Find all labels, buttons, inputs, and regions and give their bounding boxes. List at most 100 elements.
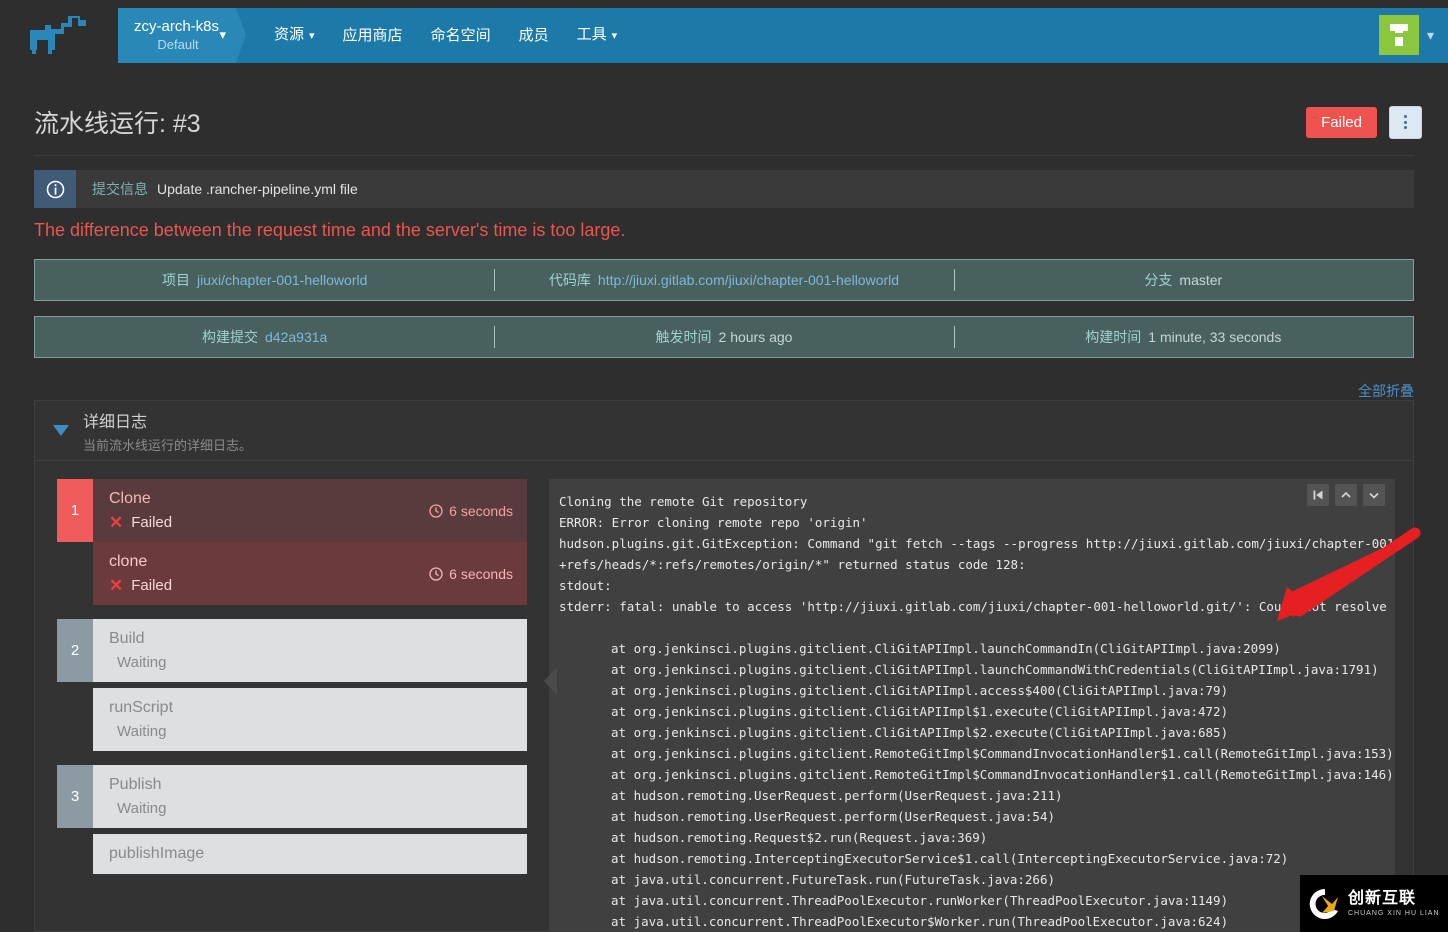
info-cell-build-time: 构建时间 1 minute, 33 seconds [953,317,1413,357]
stage-number: 3 [57,765,93,828]
info-cell-repository: 代码库 http://jiuxi.gitlab.com/jiuxi/chapte… [494,260,953,300]
log-line: at org.jenkinsci.plugins.gitclient.Remot… [611,746,1394,761]
nav-right-group: ▾ [1378,8,1448,63]
stage-state-label: Waiting [117,654,167,671]
chevron-down-icon: ▾ [309,29,315,42]
cluster-context-selector[interactable]: zcy-arch-k8s Default ▾ [118,7,236,63]
stage-duration-label: 6 seconds [449,502,513,519]
chevron-down-icon[interactable]: ▾ [1427,27,1434,44]
clock-icon [429,566,443,581]
rancher-logo[interactable] [0,0,118,70]
info-cell-branch: 分支 master [953,260,1413,300]
chevron-down-icon: ▾ [611,29,618,42]
detail-log-header: 详细日志 当前流水线运行的详细日志。 [35,401,1413,461]
detail-log-header-text: 详细日志 当前流水线运行的详细日志。 [83,408,252,454]
commit-message-text: 提交信息 Update .rancher-pipeline.yml file [76,170,358,208]
stage-block: 1 Clone ✕ Failed 6 seconds clone ✕ Faile… [57,479,527,605]
stage-texts: Publish Waiting [109,776,166,817]
log-line: hudson.plugins.git.GitException: Command… [559,536,1395,551]
kebab-menu-icon [1404,115,1407,129]
log-line: ERROR: Error cloning remote repo 'origin… [559,515,868,530]
avatar[interactable] [1378,15,1419,55]
kebab-menu-button[interactable] [1389,105,1422,139]
log-line: stdout: [559,578,612,593]
info-value: master [1179,272,1223,288]
page-header-row: 流水线运行: #3 Failed [0,92,1448,152]
stage-state-label: Failed [131,514,173,531]
log-line: at hudson.remoting.UserRequest.perform(U… [611,788,1063,803]
nav-item-namespaces[interactable]: 命名空间 [417,8,505,63]
triangle-down-icon[interactable] [53,425,69,436]
log-line: at java.util.concurrent.ThreadPoolExecut… [611,893,1229,908]
log-line: Cloning the remote Git repository [559,494,808,509]
nav-item-tools[interactable]: 工具 ▾ [563,7,632,64]
log-line: at org.jenkinsci.plugins.gitclient.CliGi… [611,704,1229,719]
chevron-down-icon: ▾ [219,27,226,42]
stage-header-build[interactable]: 2 Build Waiting [57,619,527,682]
stage-body: Publish Waiting [93,765,527,828]
nav-menu-items: 资源 ▾ 应用商店 命名空间 成员 工具 ▾ [246,8,631,63]
page-header-actions: Failed [1306,105,1422,139]
watermark-cn: 创新互联 [1348,889,1417,907]
info-label: 分支 [1144,272,1173,288]
x-mark-icon: ✕ [109,576,124,595]
commit-info-icon-box [34,170,76,208]
step-name: runScript [109,699,174,716]
info-value: 1 minute, 33 seconds [1148,329,1282,345]
stage-header-publish[interactable]: 3 Publish Waiting [57,765,527,828]
active-step-pointer [544,667,557,695]
page-title: 流水线运行: #3 [34,110,201,138]
step-texts: runScript Waiting [109,699,173,740]
stage-name: Publish [109,776,162,793]
info-value[interactable]: d42a931a [265,329,327,345]
status-badge: Failed [1306,106,1377,138]
log-line: at hudson.remoting.InterceptingExecutorS… [611,851,1289,866]
step-row-publishimage[interactable]: publishImage [93,834,527,874]
nav-main-bar: zcy-arch-k8s Default ▾ 资源 ▾ 应用商店 命名空间 成员 … [118,7,1448,63]
log-line: at org.jenkinsci.plugins.gitclient.CliGi… [611,725,1229,740]
info-cell-commit: 构建提交 d42a931a [35,317,494,357]
log-line: at org.jenkinsci.plugins.gitclient.Remot… [611,767,1394,782]
x-mark-icon: ✕ [109,513,124,532]
log-line: stderr: fatal: unable to access 'http://… [559,599,1395,614]
step-row-runscript[interactable]: runScript Waiting [93,688,527,751]
log-console[interactable]: Cloning the remote Git repository ERROR:… [549,479,1395,932]
watermark-en: CHUANG XIN HU LIAN [1348,909,1440,917]
pipeline-info-row-2: 构建提交 d42a931a 触发时间 2 hours ago 构建时间 1 mi… [34,316,1414,358]
nav-item-label: 应用商店 [342,26,403,44]
info-cell-trigger-time: 触发时间 2 hours ago [494,317,953,357]
stage-body: Build Waiting [93,619,527,682]
chevron-down-icon[interactable] [1363,484,1385,506]
nav-item-label: 命名空间 [430,26,491,44]
info-value[interactable]: jiuxi/chapter-001-helloworld [197,272,367,288]
step-row-clone[interactable]: clone ✕ Failed 6 seconds [93,542,527,605]
nav-item-label: 工具 [576,25,607,43]
stage-state: Waiting [109,800,166,817]
detail-log-subtitle: 当前流水线运行的详细日志。 [83,437,253,453]
context-arrow-decoration [236,7,246,62]
nav-item-members[interactable]: 成员 [505,8,563,63]
title-divider [34,155,1414,156]
info-label: 代码库 [548,272,591,288]
rancher-cow-logo [30,16,86,54]
collapse-all-link[interactable]: 全部折叠 [0,381,1414,401]
chevron-up-icon[interactable] [1335,484,1357,506]
stage-header-clone[interactable]: 1 Clone ✕ Failed 6 seconds [57,479,527,542]
watermark-mark-icon [1308,887,1342,921]
step-state: ✕ Failed [109,577,172,594]
nav-item-app-store[interactable]: 应用商店 [329,8,417,63]
cluster-name: zcy-arch-k8s [134,18,220,35]
stage-block: 3 Publish Waiting publishImage [57,765,527,874]
step-state: Waiting [109,723,173,740]
watermark-logo: 创新互联 CHUANG XIN HU LIAN [1300,875,1448,932]
pipeline-info-row-1: 项目 jiuxi/chapter-001-helloworld 代码库 http… [34,259,1414,301]
detail-log-body: 1 Clone ✕ Failed 6 seconds clone ✕ Faile… [35,461,1413,932]
commit-label: 提交信息 [92,181,148,197]
skip-to-top-icon[interactable] [1307,484,1329,506]
detail-log-section: 详细日志 当前流水线运行的详细日志。 1 Clone ✕ Failed 6 se… [34,400,1414,932]
nav-item-resources[interactable]: 资源 ▾ [260,7,329,64]
info-value[interactable]: http://jiuxi.gitlab.com/jiuxi/chapter-00… [598,272,899,288]
stage-number: 2 [57,619,93,682]
info-circle-icon [46,180,64,198]
step-duration: 6 seconds [429,566,513,582]
